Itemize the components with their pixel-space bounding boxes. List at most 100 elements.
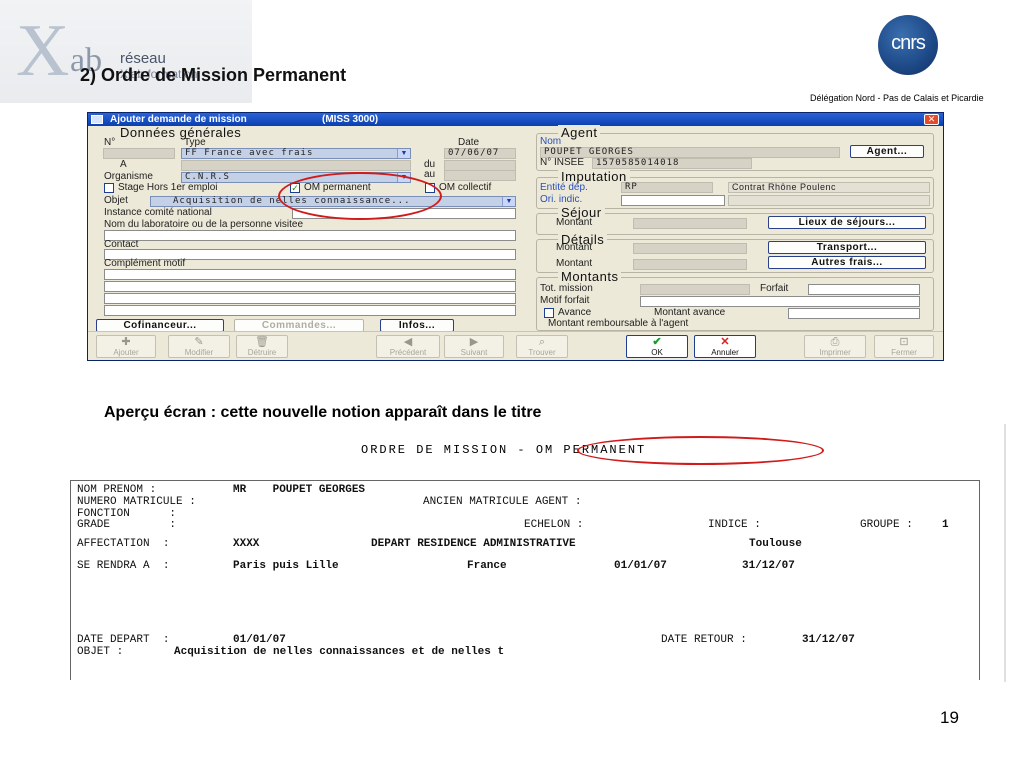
entite-value: RP [625,182,638,192]
type-value: FF France avec frais [185,148,314,158]
report-groupe-label: GROUPE : [860,519,913,531]
report-objet-label: OBJET : [77,646,124,658]
fermer-button[interactable]: ⊡ Fermer [874,335,934,358]
details-montant2-field[interactable] [633,259,747,270]
annuler-label: Annuler [711,348,739,357]
logo-x-glyph: X [16,10,69,92]
delegation-text: Délégation Nord - Pas de Calais et Picar… [810,93,984,103]
complement-line-4[interactable] [104,305,516,316]
details-montant2-label: Montant [556,258,593,269]
check-icon: ✔ [652,336,662,348]
cnrs-logo-text: cnrs [891,32,926,54]
suivant-button[interactable]: ▶ Suivant [444,335,504,358]
organisme-label: Organisme [104,171,153,182]
om-collectif-label: OM collectif [439,182,492,193]
insee-field[interactable]: 1570585014018 [592,158,752,169]
chevron-down-icon[interactable]: ▼ [502,197,515,206]
a-label: A [120,159,127,170]
entite-field[interactable]: RP [621,182,713,193]
ori-label: Ori. indic. [540,194,583,205]
date-value: 07/06/07 [448,148,500,158]
report-affectation-label: AFFECTATION : [77,538,170,550]
labo-field[interactable] [104,230,516,241]
print-icon: ⎙ [830,336,840,348]
ok-button[interactable]: ✔ OK [626,335,688,358]
report-se-rendra-label: SE RENDRA A : [77,560,170,572]
modifier-label: Modifier [184,348,214,357]
montant-avance-label: Montant avance [654,307,726,318]
contrat-field[interactable]: Contrat Rhône Poulenc [728,182,930,193]
montant-rembourse-label: Montant remboursable à l'agent [548,318,689,329]
toolbar-separator [88,331,943,332]
highlight-om-permanent-ellipse [278,172,442,220]
edit-icon: ✎ [194,336,204,348]
agent-button[interactable]: Agent... [850,145,924,158]
objet-label: Objet [104,195,128,206]
precedent-button[interactable]: ◀ Précédent [376,335,440,358]
instance-label: Instance comité national [104,207,212,218]
sejour-montant-label: Montant [556,217,593,228]
modifier-button[interactable]: ✎ Modifier [168,335,230,358]
date-field[interactable]: 07/06/07 [444,148,516,159]
organisme-value: C.N.R.S [185,172,230,182]
caption-text: Aperçu écran : cette nouvelle notion app… [104,404,542,421]
trouver-label: Trouver [528,348,556,357]
imprimer-button[interactable]: ⎙ Imprimer [804,335,866,358]
nom-value: POUPET GEORGES [544,147,634,157]
complement-line-2[interactable] [104,281,516,292]
imprimer-label: Imprimer [819,348,851,357]
delete-icon: 🗑 [255,336,269,348]
labo-label: Nom du laboratoire ou de la personne vis… [104,219,304,230]
details-montant1-label: Montant [556,242,593,253]
motif-forfait-field[interactable] [640,296,920,307]
date-label: Date [458,137,480,148]
report-page: NOM PRENOM : MR POUPET GEORGES NUMERO MA… [70,480,980,680]
window-close-icon[interactable]: ✕ [924,114,939,125]
nom-field[interactable]: POUPET GEORGES [540,147,840,158]
report-groupe-value: 1 [942,519,949,531]
forfait-label: Forfait [760,283,789,294]
no-field[interactable] [103,148,175,159]
ok-label: OK [651,348,663,357]
report-ancien-label: ANCIEN MATRICULE AGENT : [423,496,582,508]
chevron-down-icon[interactable]: ▼ [397,149,410,158]
report-objet-value: Acquisition de nelles connaissances et d… [174,646,505,658]
detruire-button[interactable]: 🗑 Détruire [236,335,288,358]
ori-field[interactable] [621,195,725,206]
transport-button[interactable]: Transport... [768,241,926,254]
a-field[interactable] [181,160,411,171]
au-field[interactable] [444,170,516,181]
complement-line-1[interactable] [104,269,516,280]
avance-checkbox[interactable] [544,308,554,318]
report-date-debut: 01/01/07 [614,560,667,572]
no-label: N° [104,137,116,148]
trouver-button[interactable]: ⌕ Trouver [516,335,568,358]
stage-checkbox[interactable] [104,183,114,193]
precedent-label: Précédent [389,348,427,357]
tot-mission-field[interactable] [640,284,750,295]
complement-line-3[interactable] [104,293,516,304]
ori-desc-field[interactable] [728,195,930,206]
report-matricule-label: NUMERO MATRICULE : [77,496,196,508]
ajouter-button[interactable]: ✚ Ajouter [96,335,156,358]
forfait-field[interactable] [808,284,920,295]
lieux-sejours-button[interactable]: Lieux de séjours... [768,216,926,229]
nom-label: Nom [540,136,562,147]
agent-heading: Agent [558,125,601,140]
right-divider [1004,424,1006,682]
sejour-montant-field[interactable] [633,218,747,229]
annuler-button[interactable]: ✕ Annuler [694,335,756,358]
report-date-fin: 31/12/07 [742,560,795,572]
suivant-label: Suivant [460,348,488,357]
details-montant1-field[interactable] [633,243,747,254]
autres-frais-button[interactable]: Autres frais... [768,256,926,269]
contrat-value: Contrat Rhône Poulenc [732,182,837,192]
tot-mission-label: Tot. mission [540,283,593,294]
report-nom-label: NOM PRENOM : [77,484,157,496]
report-indice-label: INDICE : [708,519,761,531]
report-date-depart-label: DATE DEPART : [77,634,170,646]
type-select[interactable]: FF France avec frais ▼ [181,148,411,159]
slide-title: 2) Ordre de Mission Permanent [80,65,347,85]
montant-avance-field[interactable] [788,308,920,319]
fermer-label: Fermer [891,348,917,357]
